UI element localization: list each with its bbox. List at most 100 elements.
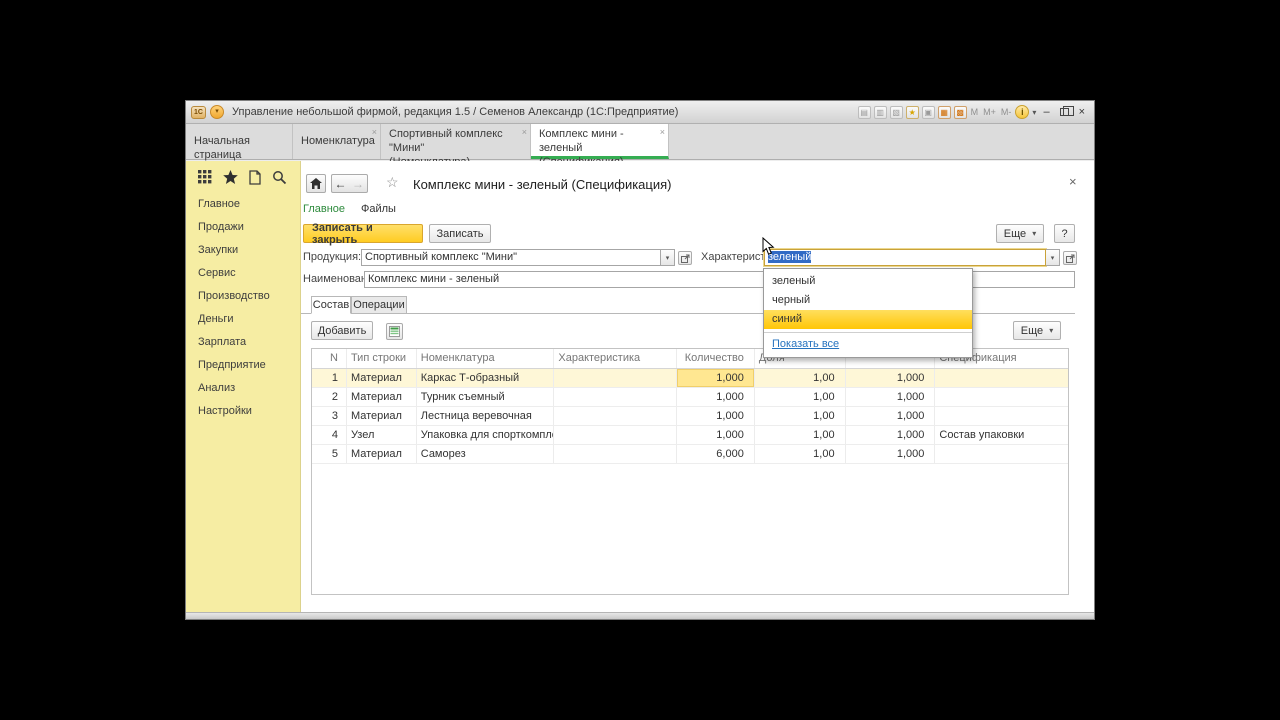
product-open-button[interactable] [678,251,692,265]
cell-coefficient[interactable]: 1,000 [846,445,936,463]
memory-m-button[interactable]: M [970,107,980,117]
window-close-button[interactable]: × [1075,106,1089,119]
cell-row-type[interactable]: Материал [347,407,417,425]
cell-num[interactable]: 2 [312,388,347,406]
sidebar-item-analysis[interactable]: Анализ [186,377,300,400]
cell-characteristic[interactable] [554,445,678,463]
sidebar-item-enterprise[interactable]: Предприятие [186,354,300,377]
back-button[interactable]: ← [331,174,350,193]
cell-nomenclature[interactable]: Саморез [417,445,555,463]
dropdown-option[interactable]: зеленый [764,272,972,291]
cell-share[interactable]: 1,00 [755,407,846,425]
tab-specification-active[interactable]: Комплекс мини - зеленый (Спецификация) × [531,124,669,168]
menu-grid-icon[interactable] [198,170,213,185]
sidebar-item-sales[interactable]: Продажи [186,216,300,239]
main-menu-button[interactable]: ▾ [210,105,224,119]
table-row[interactable]: 3 Материал Лестница веревочная 1,000 1,0… [312,407,1068,426]
table-row[interactable]: 4 Узел Упаковка для спорткомпле… 1,000 1… [312,426,1068,445]
col-header[interactable]: Характеристика [554,349,678,368]
cell-characteristic[interactable] [554,369,678,387]
tab-nomenclature[interactable]: Номенклатура × [293,124,381,159]
info-dropdown-icon[interactable]: ▾ [1032,108,1036,117]
sidebar-item-purchases[interactable]: Закупки [186,239,300,262]
cell-row-type[interactable]: Материал [347,445,417,463]
sidebar-item-production[interactable]: Производство [186,285,300,308]
sidebar-item-settings[interactable]: Настройки [186,400,300,423]
cell-num[interactable]: 5 [312,445,347,463]
form-nav-files[interactable]: Файлы [361,203,396,215]
memory-mminus-button[interactable]: M- [1000,107,1013,117]
save-button[interactable]: Записать [429,224,491,243]
cell-row-type[interactable]: Материал [347,369,417,387]
col-header[interactable]: Номенклатура [417,349,555,368]
cell-nomenclature[interactable]: Лестница веревочная [417,407,555,425]
checkbox-icon[interactable]: ▣ [921,105,935,119]
cell-spec[interactable]: Состав упаковки [935,426,1068,444]
characteristic-input[interactable]: зеленый [764,249,1046,266]
tab-close-icon[interactable]: × [660,125,665,139]
cell-num[interactable]: 4 [312,426,347,444]
preview-icon[interactable]: ▧ [889,105,903,119]
table-row[interactable]: 5 Материал Саморез 6,000 1,00 1,000 [312,445,1068,464]
form-nav-main[interactable]: Главное [303,203,345,215]
forward-button[interactable]: → [349,174,368,193]
sidebar-item-salary[interactable]: Зарплата [186,331,300,354]
cell-spec[interactable] [935,407,1068,425]
cell-quantity[interactable]: 6,000 [677,445,755,463]
info-icon[interactable]: i [1015,105,1030,119]
cell-row-type[interactable]: Материал [347,388,417,406]
cell-quantity[interactable]: 1,000 [677,388,755,406]
cell-num[interactable]: 1 [312,369,347,387]
print-icon[interactable]: ▥ [873,105,887,119]
col-header[interactable]: Тип строки [347,349,417,368]
cell-spec[interactable] [935,445,1068,463]
product-dropdown-button[interactable]: ▾ [661,249,675,266]
calculator-icon[interactable]: ▩ [953,105,967,119]
home-button[interactable] [306,174,326,193]
cell-nomenclature[interactable]: Каркас Т-образный [417,369,555,387]
cell-share[interactable]: 1,00 [755,426,846,444]
cell-coefficient[interactable]: 1,000 [846,388,936,406]
cell-share[interactable]: 1,00 [755,369,846,387]
dropdown-option[interactable]: черный [764,291,972,310]
cell-share[interactable]: 1,00 [755,445,846,463]
tab-start-page[interactable]: Начальная страница [186,124,293,161]
table-row[interactable]: 2 Материал Турник съемный 1,000 1,00 1,0… [312,388,1068,407]
cell-quantity[interactable]: 1,000 [677,426,755,444]
sidebar-item-money[interactable]: Деньги [186,308,300,331]
tab-close-icon[interactable]: × [522,125,527,139]
memory-mplus-button[interactable]: M+ [982,107,997,117]
cell-quantity-selected[interactable]: 1,000 [677,369,755,387]
tab-sport-complex[interactable]: Спортивный комплекс "Мини" (Номенклатура… [381,124,531,168]
favorite-toggle-star-icon[interactable]: ☆ [386,174,399,191]
characteristic-dropdown-button[interactable]: ▾ [1046,249,1060,266]
dropdown-option-highlighted[interactable]: синий [764,310,972,329]
table-row[interactable]: 1 Материал Каркас Т-образный 1,000 1,00 … [312,369,1068,388]
restore-button[interactable] [1059,106,1074,116]
cell-coefficient[interactable]: 1,000 [846,426,936,444]
cell-characteristic[interactable] [554,388,678,406]
cell-coefficient[interactable]: 1,000 [846,407,936,425]
cell-nomenclature[interactable]: Упаковка для спорткомпле… [417,426,555,444]
col-header[interactable]: N [312,349,347,368]
tab-operations[interactable]: Операции [351,296,407,314]
product-input[interactable]: Спортивный комплекс "Мини" [361,249,661,266]
form-close-button[interactable]: × [1069,174,1077,189]
cell-coefficient[interactable]: 1,000 [846,369,936,387]
favorites-star-icon[interactable] [223,170,238,185]
search-icon[interactable] [272,170,287,185]
cell-characteristic[interactable] [554,407,678,425]
minimize-button[interactable]: – [1039,106,1053,119]
show-all-link[interactable]: Показать все [764,335,972,354]
cell-num[interactable]: 3 [312,407,347,425]
favorites-star-icon[interactable]: ★ [905,105,919,119]
characteristic-open-button[interactable] [1063,251,1077,265]
more-button[interactable]: Еще ▾ [996,224,1044,243]
cell-spec[interactable] [935,388,1068,406]
recent-history-icon[interactable] [248,170,262,185]
add-row-button[interactable]: Добавить [311,321,373,340]
sidebar-item-service[interactable]: Сервис [186,262,300,285]
cell-spec[interactable] [935,369,1068,387]
save-and-close-button[interactable]: Записать и закрыть [303,222,423,246]
table-more-button[interactable]: Еще ▾ [1013,321,1061,340]
